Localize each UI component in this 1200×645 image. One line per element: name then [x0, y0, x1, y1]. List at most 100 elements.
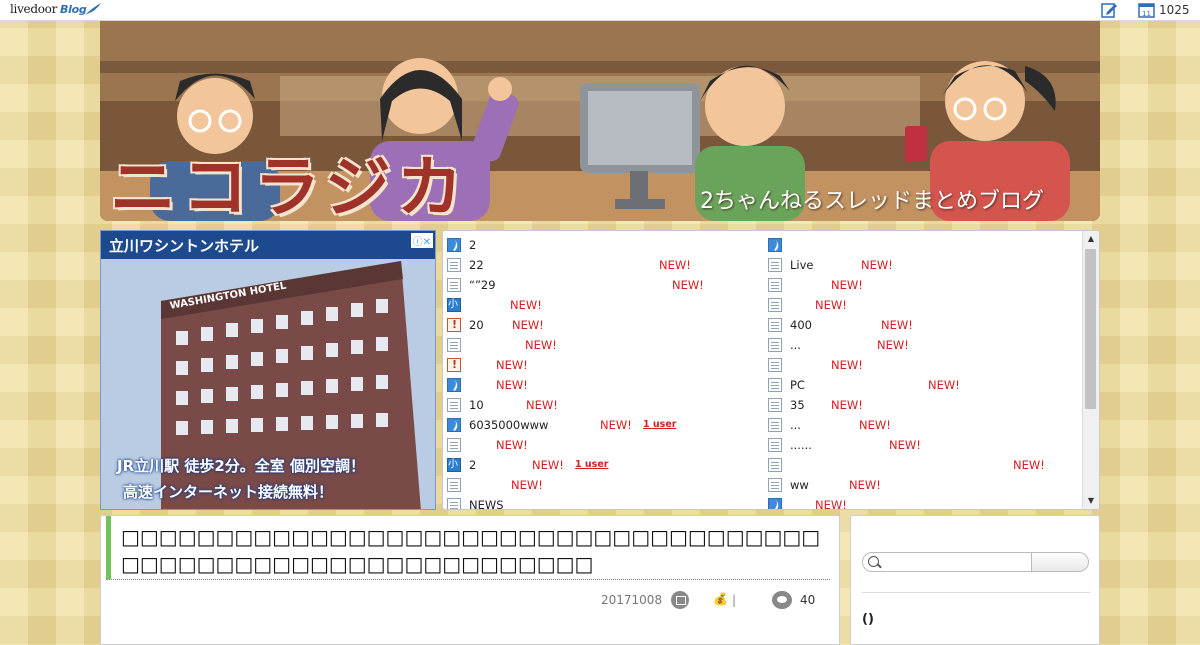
logo-text: livedoor	[10, 2, 58, 16]
new-badge: NEW!	[881, 318, 913, 332]
feed-item-title[interactable]: PC	[790, 375, 805, 395]
feed-item[interactable]: Live NEW!	[768, 255, 1078, 275]
new-badge: NEW!	[815, 298, 847, 312]
comment-count[interactable]: 40	[800, 593, 815, 607]
calendar-icon[interactable]: 11	[1138, 2, 1155, 18]
feed-item-title[interactable]: “”29	[469, 275, 496, 295]
feed-item-title[interactable]: ...	[790, 415, 801, 435]
sidebar-divider	[862, 592, 1090, 593]
feed-item[interactable]: “”29 NEW!	[447, 275, 757, 295]
feed-column-right: Live NEW! NEW! NEW! 400 NEW!... NEW! NEW! PC NEW!…	[768, 235, 1078, 510]
feed-item-title[interactable]: 10	[469, 395, 484, 415]
feed-item-title[interactable]: NEWS	[469, 495, 504, 509]
page-icon	[768, 418, 782, 432]
ad-copy-line-1: JR立川駅 徒歩2分。全室 個別空調！	[117, 457, 366, 475]
page-icon	[447, 278, 461, 292]
new-badge: NEW!	[928, 378, 960, 392]
feed-item[interactable]: 20 NEW!	[447, 315, 757, 335]
new-badge: NEW!	[510, 298, 542, 312]
feed-item-title[interactable]: 22	[469, 255, 484, 275]
new-badge: NEW!	[496, 438, 528, 452]
ad-choices-icon[interactable]: ⓘ✕	[410, 233, 433, 248]
category-icon[interactable]	[671, 591, 689, 609]
blog-title-logo: ニコラジカ	[110, 149, 469, 221]
feed-item[interactable]: 2 NEW! 1 user	[447, 455, 757, 475]
feed-item[interactable]: 35 NEW!	[768, 395, 1078, 415]
bookmark-users-link[interactable]: 1 user	[575, 455, 608, 475]
sidebar: ()	[850, 515, 1100, 645]
page-icon	[768, 298, 782, 312]
feed-item[interactable]: NEW!	[447, 375, 757, 395]
feed-item[interactable]: ...... NEW!	[768, 435, 1078, 455]
new-badge: NEW!	[659, 258, 691, 272]
feed-item[interactable]: PC NEW!	[768, 375, 1078, 395]
new-badge: NEW!	[511, 478, 543, 492]
hotel-advertisement[interactable]: ⓘ✕ 立川ワシントンホテル WASHINGTON HOTEL JR立川駅 徒歩2…	[100, 230, 436, 510]
new-badge: NEW!	[831, 398, 863, 412]
feed-item-title[interactable]: 400	[790, 315, 812, 335]
feed-item-title[interactable]: ww	[790, 475, 809, 495]
new-badge: NEW!	[831, 278, 863, 292]
new-badge: NEW!	[815, 498, 847, 510]
feed-scrollbar[interactable]: ▲ ▼	[1082, 231, 1099, 509]
article-title[interactable]: □□□□□□□□□□□□□□□□□□□□□□□□□□□□□□□□□□□□□□□□…	[106, 516, 830, 580]
new-badge: NEW!	[877, 338, 909, 352]
feed-item[interactable]: NEW!	[447, 435, 757, 455]
page-icon	[768, 278, 782, 292]
feed-item[interactable]	[768, 235, 1078, 255]
feed-item[interactable]: 6035000www NEW! 1 user	[447, 415, 757, 435]
edit-icon[interactable]	[1101, 2, 1118, 18]
feed-item-title[interactable]: 20	[469, 315, 484, 335]
feed-item-title[interactable]: 2	[469, 455, 476, 475]
blog-header-banner[interactable]: ニコラジカ 2ちゃんねるスレッドまとめブログ	[100, 21, 1100, 221]
page-icon	[768, 398, 782, 412]
feed-item[interactable]: NEW!	[768, 295, 1078, 315]
feed-item-title[interactable]: ...	[790, 335, 801, 355]
page-icon	[768, 458, 782, 472]
feed-item[interactable]: 2	[447, 235, 757, 255]
feed-item-title[interactable]: 35	[790, 395, 805, 415]
scroll-up-arrow-icon[interactable]: ▲	[1083, 231, 1099, 247]
bookmark-users-link[interactable]: 1 user	[643, 415, 676, 435]
feather-icon	[447, 238, 461, 252]
article-date: 20171008	[601, 593, 663, 607]
feed-item[interactable]: ... NEW!	[768, 335, 1078, 355]
feed-item-title[interactable]: ......	[790, 435, 812, 455]
warn-icon	[447, 355, 461, 375]
search-icon	[868, 556, 879, 567]
feed-item[interactable]: ww NEW!	[768, 475, 1078, 495]
feed-item[interactable]: NEW!	[768, 455, 1078, 475]
search-box	[862, 552, 1032, 572]
scroll-thumb[interactable]	[1085, 249, 1096, 409]
feed-item[interactable]: NEW!	[768, 275, 1078, 295]
feed-item[interactable]: 22 NEW!	[447, 255, 757, 275]
feed-item[interactable]: NEW!	[768, 355, 1078, 375]
search-input[interactable]	[883, 554, 1032, 571]
feed-item[interactable]: NEWS	[447, 495, 757, 509]
calendar-count: 1025	[1159, 3, 1190, 17]
feed-item[interactable]: NEW!	[768, 495, 1078, 510]
feather-icon	[447, 418, 461, 432]
feed-item[interactable]: NEW!	[447, 355, 757, 375]
feed-item-title[interactable]: 6035000www	[469, 415, 548, 435]
page-icon	[768, 258, 782, 272]
feed-item-title[interactable]: Live	[790, 255, 813, 275]
feed-column-left: 222NEW!“”29NEW!NEW!20NEW!NEW!NEW!NEW!10N…	[447, 235, 757, 509]
scroll-down-arrow-icon[interactable]: ▼	[1083, 493, 1099, 509]
feed-item[interactable]: NEW!	[447, 295, 757, 315]
page-icon	[447, 438, 461, 452]
feed-item[interactable]: 10 NEW!	[447, 395, 757, 415]
feed-item[interactable]: NEW!	[447, 335, 757, 355]
page-icon	[768, 378, 782, 392]
new-badge: NEW!	[831, 358, 863, 372]
feed-item[interactable]: ... NEW!	[768, 415, 1078, 435]
feed-item[interactable]: NEW!	[447, 475, 757, 495]
comment-icon[interactable]	[772, 591, 792, 609]
livedoor-blog-logo[interactable]: livedoor Blog	[10, 2, 87, 16]
new-badge: NEW!	[512, 318, 544, 332]
feed-item[interactable]: 400 NEW!	[768, 315, 1078, 335]
feed-item-title[interactable]: 2	[469, 235, 476, 255]
blog-subtitle: 2ちゃんねるスレッドまとめブログ	[700, 189, 1044, 214]
search-button[interactable]	[1032, 552, 1089, 572]
sidebar-section-heading: ()	[862, 612, 874, 627]
